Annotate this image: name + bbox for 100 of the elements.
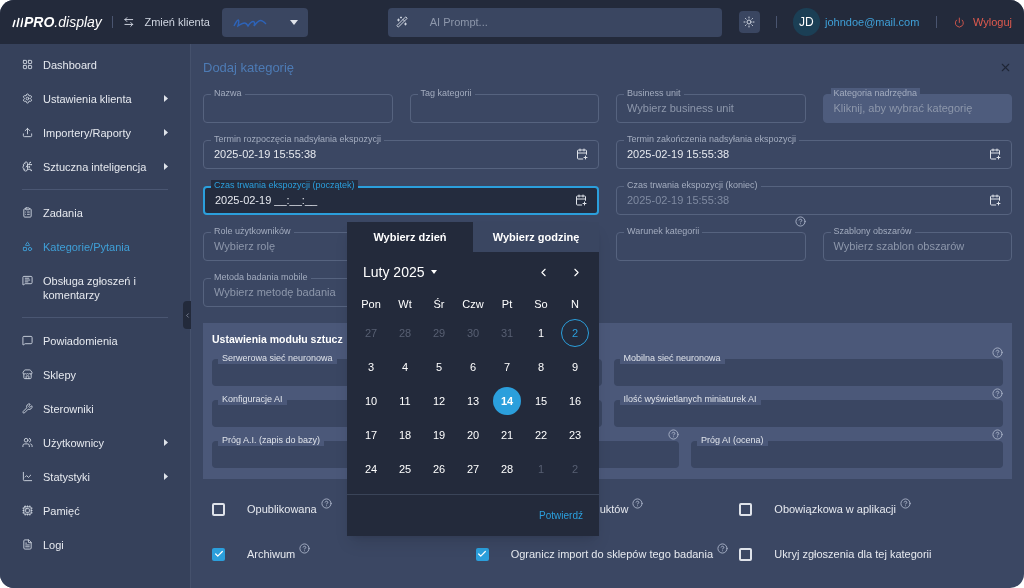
sidebar-item[interactable]: Dashboard [22,48,168,82]
field-value: 2025-02-19 15:55:38 [627,146,730,162]
checkbox[interactable] [739,503,753,516]
sidebar-item[interactable]: Sztuczna inteligencja [22,150,168,184]
calendar-day[interactable]: 8 [527,353,555,381]
client-select[interactable] [221,7,308,37]
checkbox-label: Obowiązkowa w aplikacji [774,502,896,518]
calendar-day[interactable]: 22 [527,421,555,449]
sidebar-item-label: Kategorie/Pytania [43,240,130,254]
switch-client-button[interactable]: Zmień klienta [144,13,210,31]
weekday-label: So [534,296,548,312]
sidebar-item[interactable]: Powiadomienia [22,324,168,358]
sidebar-item[interactable]: Kategorie/Pytania [22,230,168,264]
calendar-day[interactable]: 19 [425,421,453,449]
picker-tab[interactable]: Wybierz godzinę [473,222,599,252]
calendar-day[interactable]: 1 [527,319,555,347]
field-label: Kategoria nadrzędna [830,87,921,99]
field-label: Próg AI (ocena) [697,435,768,447]
avatar[interactable]: JD [792,8,820,36]
sidebar-item[interactable]: Pamięć [22,494,168,528]
calendar-day[interactable]: 18 [391,421,419,449]
calendar-icon[interactable] [576,148,588,160]
calendar-day[interactable]: 20 [459,421,487,449]
sidebar-item[interactable]: Zadania [22,196,168,230]
calendar-icon[interactable] [575,194,587,206]
calendar-day[interactable]: 4 [391,353,419,381]
confirm-button[interactable]: Potwierdź [539,508,583,523]
help-icon[interactable] [794,215,806,227]
help-icon[interactable] [717,542,729,554]
checkbox-option[interactable]: uktów [599,501,644,518]
calendar-day[interactable]: 16 [561,387,589,415]
tools-icon [22,403,33,414]
calendar-icon[interactable] [989,148,1001,160]
caret-icon [289,19,298,25]
checkbox[interactable] [475,547,489,561]
calendar-day[interactable]: 28 [493,455,521,483]
calendar-day[interactable]: 5 [425,353,453,381]
power-icon[interactable] [954,16,965,28]
calendar-day[interactable]: 23 [561,421,589,449]
check-icon [477,549,488,559]
shapes-icon [22,241,33,252]
picker-tab[interactable]: Wybierz dzień [347,222,473,252]
sidebar-item-label: Sterowniki [43,402,94,416]
caret-icon[interactable] [430,270,437,274]
sidebar-item[interactable]: Importery/Raporty [22,116,168,150]
calendar-day[interactable]: 13 [459,387,487,415]
help-icon[interactable] [992,347,1003,359]
checkbox-option[interactable]: Obowiązkowa w aplikacji [739,501,911,518]
help-icon[interactable] [992,388,1003,400]
calendar-day[interactable]: 27 [459,455,487,483]
checkbox[interactable] [212,503,225,516]
dialog-title: Dodaj kategorię [203,59,295,77]
help-icon[interactable] [668,429,679,441]
checkbox-option[interactable]: Archiwum [212,545,311,563]
calendar-day[interactable]: 15 [527,387,555,415]
checkbox[interactable] [739,547,753,561]
month-select[interactable]: Luty 2025 [363,261,425,283]
sidebar-item[interactable]: Ustawienia klienta [22,82,168,116]
calendar-day[interactable]: 24 [357,455,385,483]
checkbox-option[interactable]: Ukryj zgłoszenia dla tej kategorii [739,545,932,563]
field-label: Metoda badania mobile [211,271,311,283]
calendar-day[interactable]: 6 [459,353,487,381]
calendar-day[interactable]: 9 [561,353,589,381]
checkbox[interactable] [212,547,225,561]
panel-title: Ustawienia modułu sztucz [212,331,343,347]
theme-button[interactable] [738,11,760,33]
wand-icon [395,16,408,28]
checkbox-option[interactable]: Ogranicz import do sklepów tego badania [475,545,729,563]
sidebar-item-label: Sklepy [43,368,77,382]
checkbox-option[interactable]: Opublikowana [212,501,332,518]
calendar-day[interactable]: 12 [425,387,453,415]
caret-icon [164,473,168,480]
caret-icon [164,95,168,102]
field-label: Nazwa [211,87,245,99]
help-icon[interactable] [992,429,1003,441]
logout-button[interactable]: Wyloguj [972,13,1012,31]
sidebar-item[interactable]: Użytkownicy [22,426,168,460]
grid-icon [22,59,33,70]
calendar-day[interactable]: 26 [425,455,453,483]
sidebar-item[interactable]: Logi [22,528,168,562]
sidebar-item[interactable]: Obsługa zgłoszeń i komentarzy [22,264,168,312]
calendar-day[interactable]: 17 [357,421,385,449]
sun-icon [743,16,756,28]
help-icon[interactable] [299,542,311,554]
calendar-day[interactable]: 10 [357,387,385,415]
calendar-day[interactable]: 21 [493,421,521,449]
help-icon[interactable] [320,498,332,509]
chip-icon [22,505,33,516]
help-icon[interactable] [632,498,644,509]
sidebar-item[interactable]: Sterowniki [22,392,168,426]
field-placeholder: Wybierz metodę badania [214,284,336,300]
sidebar-item[interactable]: Statystyki [22,460,168,494]
calendar-day[interactable]: 25 [391,455,419,483]
sidebar-item[interactable]: Sklepy [22,358,168,392]
help-icon[interactable] [900,498,911,509]
calendar-day[interactable]: 7 [493,353,521,381]
caret-icon [164,439,168,446]
calendar-day[interactable]: 3 [357,353,385,381]
calendar-day[interactable]: 11 [391,387,419,415]
field-label: Termin rozpoczęcia nadsyłania ekspozycji [211,133,385,145]
